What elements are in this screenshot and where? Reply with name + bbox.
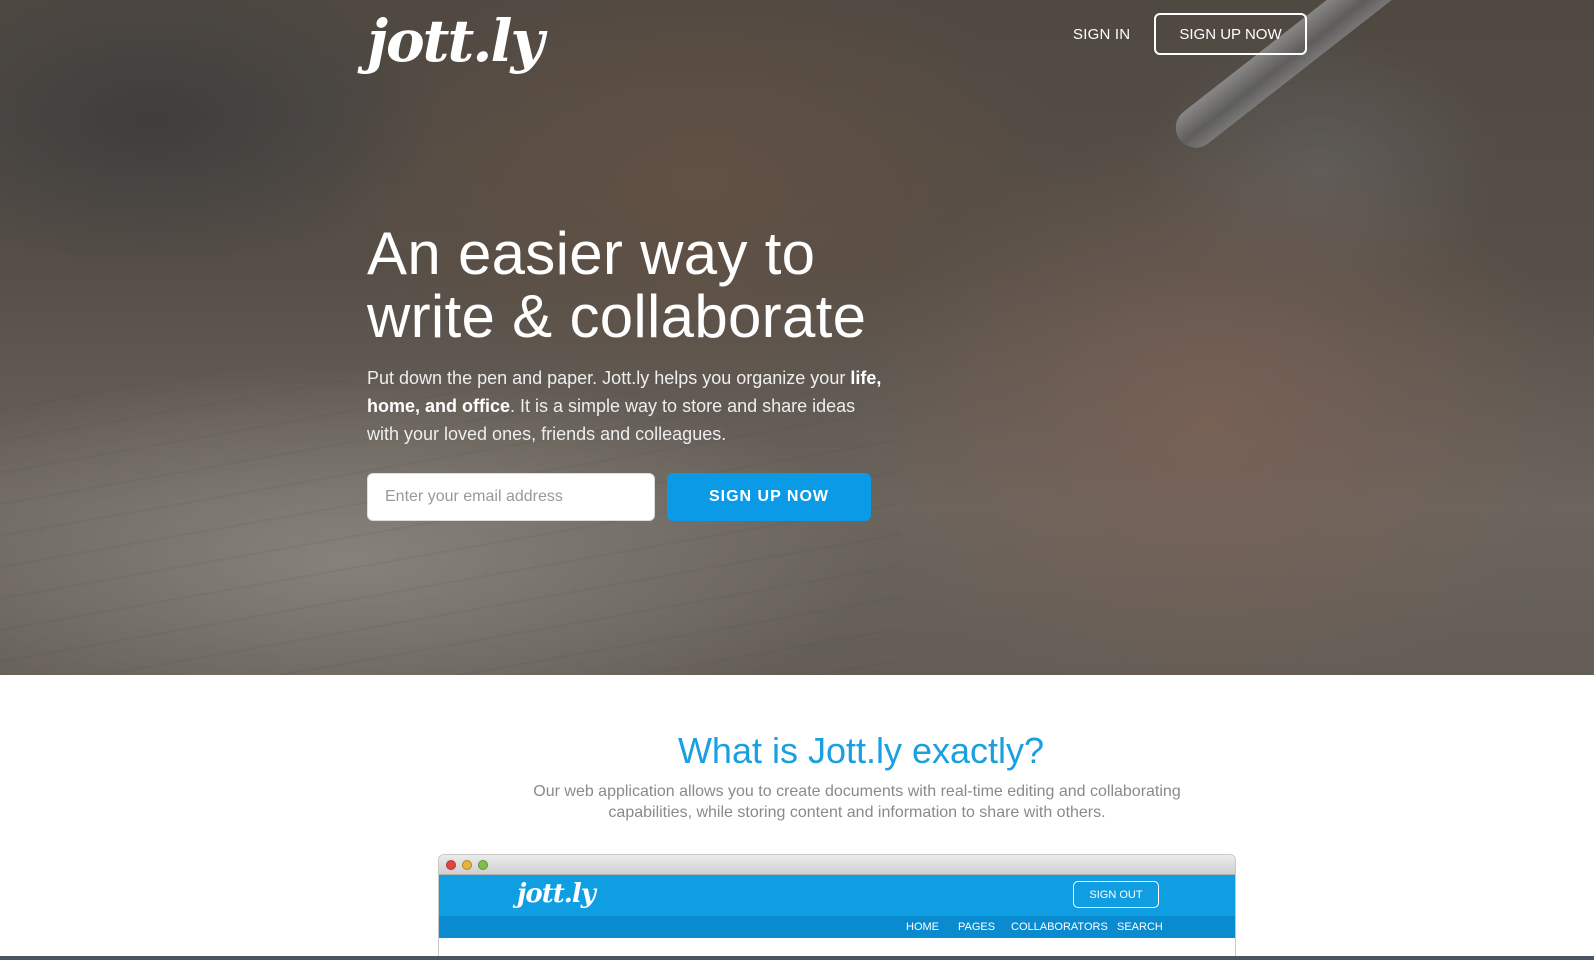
nav-sign-up-button[interactable]: SIGN UP NOW — [1154, 13, 1307, 55]
top-navigation: jott.ly SIGN IN SIGN UP NOW — [367, 8, 1307, 78]
maximize-dot-icon — [478, 860, 488, 870]
hero-headline: An easier way to write & collaborate — [367, 222, 927, 348]
preview-sign-out-button: SIGN OUT — [1073, 881, 1159, 908]
preview-nav-home: HOME — [906, 921, 939, 933]
hero-section: jott.ly SIGN IN SIGN UP NOW An easier wa… — [0, 0, 1594, 675]
bottom-edge-bar — [0, 956, 1594, 960]
preview-titlebar — [439, 855, 1235, 875]
preview-header: jott.ly SIGN OUT — [439, 875, 1235, 916]
intro-title: What is Jott.ly exactly? — [677, 730, 1045, 771]
hero-headline-line-2: write & collaborate — [367, 283, 867, 350]
minimize-dot-icon — [462, 860, 472, 870]
app-preview-window: jott.ly SIGN OUT HOME PAGES COLLABORATOR… — [438, 854, 1236, 960]
email-input[interactable] — [367, 473, 655, 521]
close-dot-icon — [446, 860, 456, 870]
hero-description-part-1: Put down the pen and paper. Jott.ly help… — [367, 368, 851, 388]
hero-description: Put down the pen and paper. Jott.ly help… — [367, 364, 887, 448]
intro-description: Our web application allows you to create… — [533, 783, 1181, 821]
hero-sign-up-button[interactable]: SIGN UP NOW — [667, 473, 871, 521]
preview-logo: jott.ly — [517, 879, 596, 909]
preview-nav-collaborators: COLLABORATORS — [1011, 921, 1108, 933]
preview-nav: HOME PAGES COLLABORATORS SEARCH — [439, 916, 1235, 938]
sign-in-link[interactable]: SIGN IN — [1073, 26, 1130, 43]
jottly-logo[interactable]: jott.ly — [367, 8, 544, 74]
preview-nav-search: SEARCH — [1117, 921, 1163, 933]
preview-nav-pages: PAGES — [958, 921, 996, 933]
hero-headline-line-1: An easier way to — [367, 220, 816, 287]
